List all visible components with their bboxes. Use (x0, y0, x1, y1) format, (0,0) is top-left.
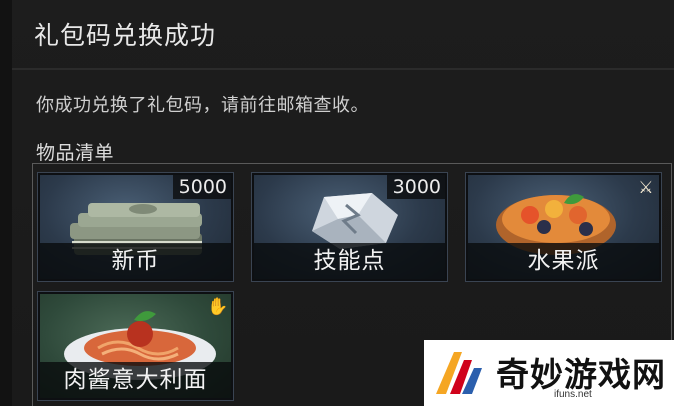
title-divider (12, 68, 674, 70)
reward-item-skill-points[interactable]: 3000 技能点 (251, 172, 448, 282)
item-name: 肉酱意大利面 (40, 362, 231, 398)
item-quantity: 3000 (386, 175, 445, 199)
watermark-logo-icon (436, 352, 482, 394)
cooking-hand-icon: ✋ (207, 297, 229, 317)
watermark-url: ifuns.net (554, 389, 592, 400)
crossed-tools-icon: ⚔ (638, 178, 654, 198)
item-quantity: 5000 (172, 175, 231, 199)
reward-item-spaghetti[interactable]: ✋ 肉酱意大利面 (37, 291, 234, 401)
success-message: 你成功兑换了礼包码，请前往邮箱查收。 (36, 95, 369, 116)
item-name: 水果派 (468, 243, 659, 279)
reward-item-coins[interactable]: 5000 新币 (37, 172, 234, 282)
redeem-success-dialog: 礼包码兑换成功 你成功兑换了礼包码，请前往邮箱查收。 物品清单 5000 新币 (0, 0, 674, 406)
item-name: 新币 (40, 243, 231, 279)
dialog-title: 礼包码兑换成功 (34, 21, 217, 50)
dialog-left-edge (0, 0, 12, 406)
reward-item-fruit-pie[interactable]: ⚔ 水果派 (465, 172, 662, 282)
item-list-heading: 物品清单 (36, 142, 115, 164)
item-name: 技能点 (254, 243, 445, 279)
watermark: 奇妙游戏网 ifuns.net (424, 340, 674, 406)
